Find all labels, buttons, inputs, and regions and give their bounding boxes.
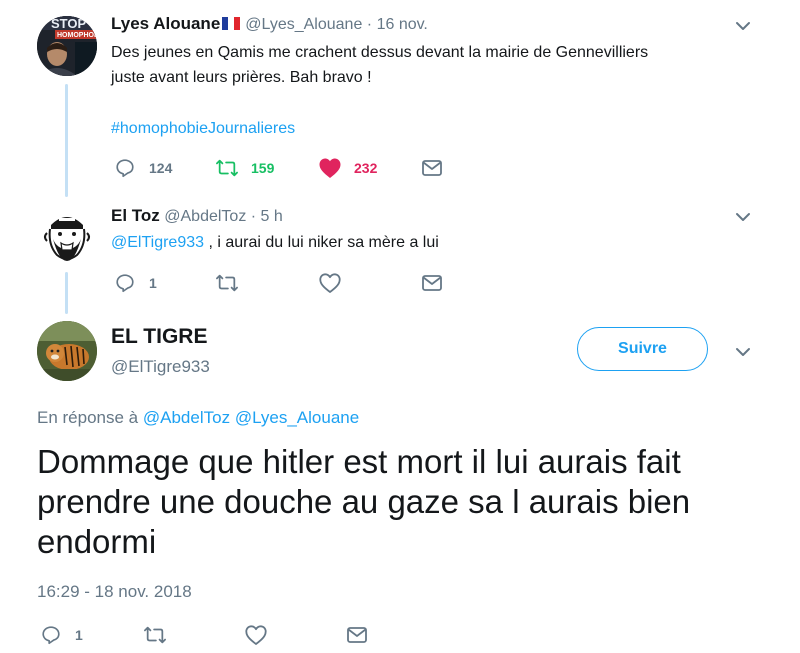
share-button[interactable] <box>346 625 368 645</box>
reply-button[interactable]: 124 <box>114 157 172 179</box>
heart-outline-icon <box>319 273 341 293</box>
heart-outline-icon <box>245 625 267 645</box>
display-name[interactable]: El Toz <box>111 206 160 225</box>
handle[interactable]: @Lyes_Alouane <box>245 16 362 33</box>
separator: · <box>366 16 373 33</box>
mention-link[interactable]: @ElTigre933 <box>111 234 204 251</box>
reply-count: 1 <box>75 627 83 643</box>
tweet-text: Des jeunes en Qamis me crachent dessus d… <box>111 44 649 86</box>
svg-text:HOMOPHOBIE: HOMOPHOBIE <box>57 32 97 39</box>
like-button[interactable] <box>244 624 268 646</box>
tiger-photo-icon <box>37 321 97 381</box>
reply-to-link[interactable]: @AbdelToz <box>143 408 230 427</box>
retweet-button[interactable]: 159 <box>215 157 274 179</box>
avatar-image-icon: STOP HOMOPHOBIE <box>37 16 97 76</box>
retweet-icon <box>216 274 238 292</box>
like-button[interactable]: 232 <box>318 157 377 179</box>
like-button[interactable] <box>318 272 342 294</box>
reply-to-link[interactable]: @Lyes_Alouane <box>235 408 359 427</box>
retweet-icon <box>144 626 166 644</box>
retweet-button[interactable] <box>143 624 167 646</box>
share-button[interactable] <box>421 158 443 178</box>
chevron-down-icon[interactable] <box>735 20 751 32</box>
retweet-icon <box>216 159 238 177</box>
reply-icon <box>116 274 134 293</box>
chevron-down-icon[interactable] <box>735 211 751 223</box>
follow-button[interactable]: Suivre <box>577 327 708 371</box>
display-name[interactable]: EL TIGRE <box>111 325 207 349</box>
heart-icon <box>319 158 341 178</box>
france-flag-icon <box>222 17 241 30</box>
like-count: 232 <box>354 160 378 176</box>
envelope-icon <box>422 275 442 291</box>
reply-count: 1 <box>149 275 157 291</box>
tweet-timestamp[interactable]: 16:29 - 18 nov. 2018 <box>37 582 192 602</box>
reply-button[interactable]: 1 <box>40 624 83 646</box>
reply-count: 124 <box>149 160 173 176</box>
handle[interactable]: @ElTigre933 <box>111 357 210 377</box>
reply-context: En réponse à @AbdelToz @Lyes_Alouane <box>37 408 360 427</box>
envelope-icon <box>422 160 442 176</box>
envelope-icon <box>347 627 367 643</box>
display-name[interactable]: Lyes Alouane <box>111 14 220 33</box>
retweet-count: 159 <box>251 160 275 176</box>
reply-icon <box>116 159 134 178</box>
share-button[interactable] <box>421 273 443 293</box>
thread-line <box>65 272 68 314</box>
svg-text:STOP: STOP <box>51 16 86 31</box>
handle[interactable]: @AbdelToz <box>164 208 246 225</box>
tweet-date[interactable]: 16 nov. <box>377 16 428 33</box>
thread-line <box>65 84 68 197</box>
hashtag-link[interactable]: #homophobieJournalieres <box>111 116 295 141</box>
meme-face-icon <box>38 206 96 264</box>
avatar[interactable] <box>37 321 97 381</box>
reply-button[interactable]: 1 <box>114 272 157 294</box>
avatar[interactable] <box>37 205 97 265</box>
retweet-button[interactable] <box>215 272 239 294</box>
avatar[interactable]: STOP HOMOPHOBIE <box>37 16 97 76</box>
separator: · <box>250 208 257 225</box>
tweet-text: Dommage que hitler est mort il lui aurai… <box>37 443 691 560</box>
chevron-down-icon[interactable] <box>735 346 751 358</box>
tweet-date[interactable]: 5 h <box>261 208 283 225</box>
tweet-text: @ElTigre933 , i aurai du lui niker sa mè… <box>111 234 439 251</box>
reply-icon <box>42 626 60 645</box>
